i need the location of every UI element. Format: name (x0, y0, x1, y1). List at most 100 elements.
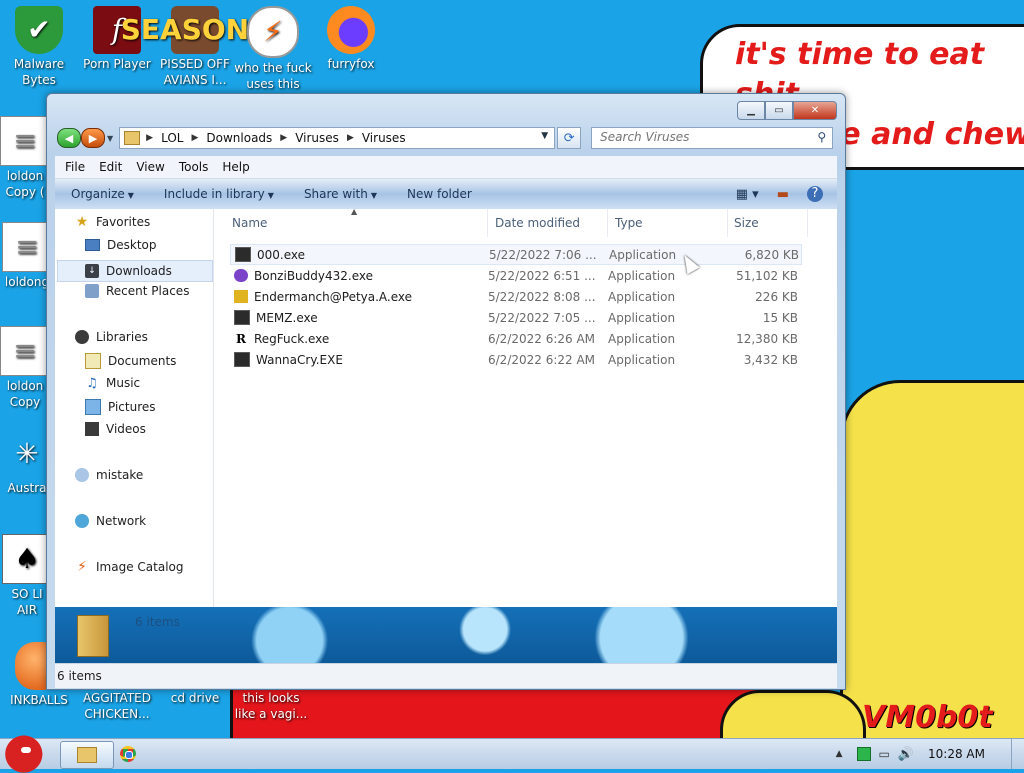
taskbar-chrome-button[interactable] (116, 741, 140, 767)
recent-pages-dropdown[interactable]: ▼ (107, 134, 113, 143)
folder-icon (77, 615, 109, 657)
show-desktop-button[interactable] (1011, 739, 1024, 769)
nav-downloads[interactable]: ↓ Downloads (57, 260, 213, 282)
change-view-icon[interactable]: ▦ ▾ (736, 187, 759, 202)
breadcrumb-viruses[interactable]: Viruses (295, 131, 339, 145)
share-with-button[interactable]: Share with ▼ (304, 187, 377, 201)
desktop-icon (85, 239, 100, 251)
nav-label: Favorites (96, 215, 151, 229)
table-row[interactable]: 000.exe 5/22/2022 7:06 ... Application 6… (230, 244, 802, 265)
table-row[interactable]: Endermanch@Petya.A.exe 5/22/2022 8:08 ..… (230, 286, 802, 307)
forward-button[interactable]: ▶ (81, 128, 105, 148)
column-date-modified[interactable]: Date modified (488, 209, 608, 237)
start-button[interactable] (4, 731, 48, 773)
maximize-button[interactable]: ▭ (765, 101, 793, 120)
minimize-button[interactable]: ▁ (737, 101, 765, 120)
column-name[interactable]: Name (214, 209, 488, 237)
file-name: WannaCry.EXE (256, 352, 343, 367)
desktop-icon-who-uses-this[interactable]: ⚡ who the fuck uses this (234, 6, 312, 92)
nav-label: Music (106, 376, 141, 390)
share-label: Share with (303, 187, 368, 201)
address-bar[interactable]: ▶ LOL ▶ Downloads ▶ Viruses ▶ Viruses ▼ (119, 127, 556, 149)
desktop-icon-cd-drive[interactable]: cd drive (156, 690, 234, 706)
breadcrumb-separator[interactable]: ▶ (146, 133, 153, 143)
desktop-icon-label: PISSED OFF AVIANS I... (160, 57, 230, 87)
shield-icon: ✔ (15, 6, 63, 54)
breadcrumb-viruses-current[interactable]: Viruses (362, 131, 406, 145)
column-type[interactable]: Type (608, 209, 728, 237)
desktop-icon-malwarebytes[interactable]: ✔ Malware Bytes (0, 6, 78, 88)
nav-image-catalog[interactable]: ⚡ Image Catalog (75, 559, 183, 575)
view-tools: ▦ ▾ ▬ ? (718, 186, 823, 202)
table-row[interactable]: BonziBuddy432.exe 5/22/2022 6:51 ... App… (230, 265, 802, 286)
preview-pane-icon[interactable]: ▬ (777, 187, 789, 202)
minimize-icon: ▁ (747, 105, 755, 116)
taskbar: ▲ ▭ 🔊 10:28 AM (0, 731, 1024, 773)
action-center-icon[interactable] (856, 747, 871, 761)
desktop-icon-image[interactable]: this looks like a vagi... (232, 690, 310, 722)
search-box[interactable]: ⚲ (591, 127, 834, 149)
breadcrumb-lol[interactable]: LOL (161, 131, 183, 145)
new-folder-button[interactable]: New folder (407, 187, 472, 201)
system-tray: ▲ ▭ 🔊 10:28 AM (836, 739, 1024, 769)
desktop-icon-label: cd drive (170, 691, 220, 705)
arrow-right-icon: ▶ (88, 131, 98, 145)
table-row[interactable]: MEMZ.exe 5/22/2022 7:05 ... Application … (230, 307, 802, 328)
breadcrumb-separator[interactable]: ▶ (191, 133, 198, 143)
explorer-window[interactable]: ▁ ▭ ✕ ◀ ▶ ▼ ▶ LOL ▶ Downloads ▶ Viruses … (46, 93, 846, 690)
chevron-down-icon[interactable]: ▼ (541, 131, 548, 141)
nav-homegroup[interactable]: mistake (75, 468, 143, 482)
help-icon[interactable]: ? (807, 186, 823, 202)
nav-network[interactable]: Network (75, 514, 146, 528)
nav-label: Documents (108, 354, 177, 368)
wallpaper-watermark: VM0b0t (862, 700, 993, 735)
network-icon (75, 514, 89, 528)
search-icon[interactable]: ⚲ (817, 130, 826, 144)
nav-pictures[interactable]: Pictures (85, 399, 156, 415)
table-row[interactable]: R RegFuck.exe 6/2/2022 6:26 AM Applicatio… (230, 328, 802, 349)
desktop-icon-label: furryfox (327, 57, 375, 71)
desktop-icon-pissed-off-avians[interactable]: SEASONS PISSED OFF AVIANS I... (121, 6, 269, 88)
star-icon: ★ (75, 214, 89, 230)
regfuck-icon: R (236, 331, 246, 346)
desktop-icon-aggitated-chicken[interactable]: AGGITATED CHICKEN... (78, 690, 156, 722)
organize-button[interactable]: Organize ▼ (71, 187, 134, 201)
nav-music[interactable]: ♫ Music (85, 376, 141, 391)
nav-documents[interactable]: Documents (85, 353, 176, 369)
column-size[interactable]: Size (728, 209, 808, 237)
chevron-down-icon: ▼ (127, 191, 134, 200)
file-name: 000.exe (257, 247, 306, 262)
nav-videos[interactable]: Videos (85, 422, 146, 436)
menu-view[interactable]: View (136, 160, 164, 174)
pictures-icon (85, 399, 101, 415)
network-icon[interactable]: ▭ (879, 747, 890, 761)
back-button[interactable]: ◀ (57, 128, 81, 148)
nav-desktop[interactable]: Desktop (85, 238, 157, 252)
document-icon: ≡ (0, 326, 50, 376)
nav-recent-places[interactable]: Recent Places (85, 284, 189, 298)
arrow-left-icon: ◀ (64, 131, 74, 145)
clock[interactable]: 10:28 AM (928, 747, 985, 761)
desktop-icon-label: AGGITATED CHICKEN... (83, 691, 151, 721)
search-input[interactable] (592, 128, 811, 146)
include-in-library-button[interactable]: Include in library ▼ (164, 187, 274, 201)
volume-icon[interactable]: 🔊 (898, 747, 914, 762)
breadcrumb-separator[interactable]: ▶ (280, 133, 287, 143)
breadcrumb-downloads[interactable]: Downloads (206, 131, 272, 145)
desktop-icon-furryfox[interactable]: furryfox (312, 6, 390, 72)
menu-file[interactable]: File (65, 160, 85, 174)
menu-tools[interactable]: Tools (179, 160, 209, 174)
nav-libraries[interactable]: Libraries (75, 330, 148, 344)
show-hidden-icons-icon[interactable]: ▲ (836, 749, 843, 759)
taskbar-explorer-button[interactable] (60, 741, 114, 769)
menu-edit[interactable]: Edit (99, 160, 122, 174)
nav-favorites[interactable]: ★ Favorites (75, 214, 151, 230)
desktop-icon-label: this looks like a vagi... (234, 691, 308, 721)
table-row[interactable]: WannaCry.EXE 6/2/2022 6:22 AM Applicatio… (230, 349, 802, 370)
downloads-icon: ↓ (85, 264, 99, 278)
breadcrumb-separator[interactable]: ▶ (347, 133, 354, 143)
refresh-button[interactable]: ⟳ (557, 127, 582, 149)
menu-help[interactable]: Help (222, 160, 249, 174)
close-button[interactable]: ✕ (793, 101, 837, 120)
details-item-count: 6 items (135, 615, 180, 629)
